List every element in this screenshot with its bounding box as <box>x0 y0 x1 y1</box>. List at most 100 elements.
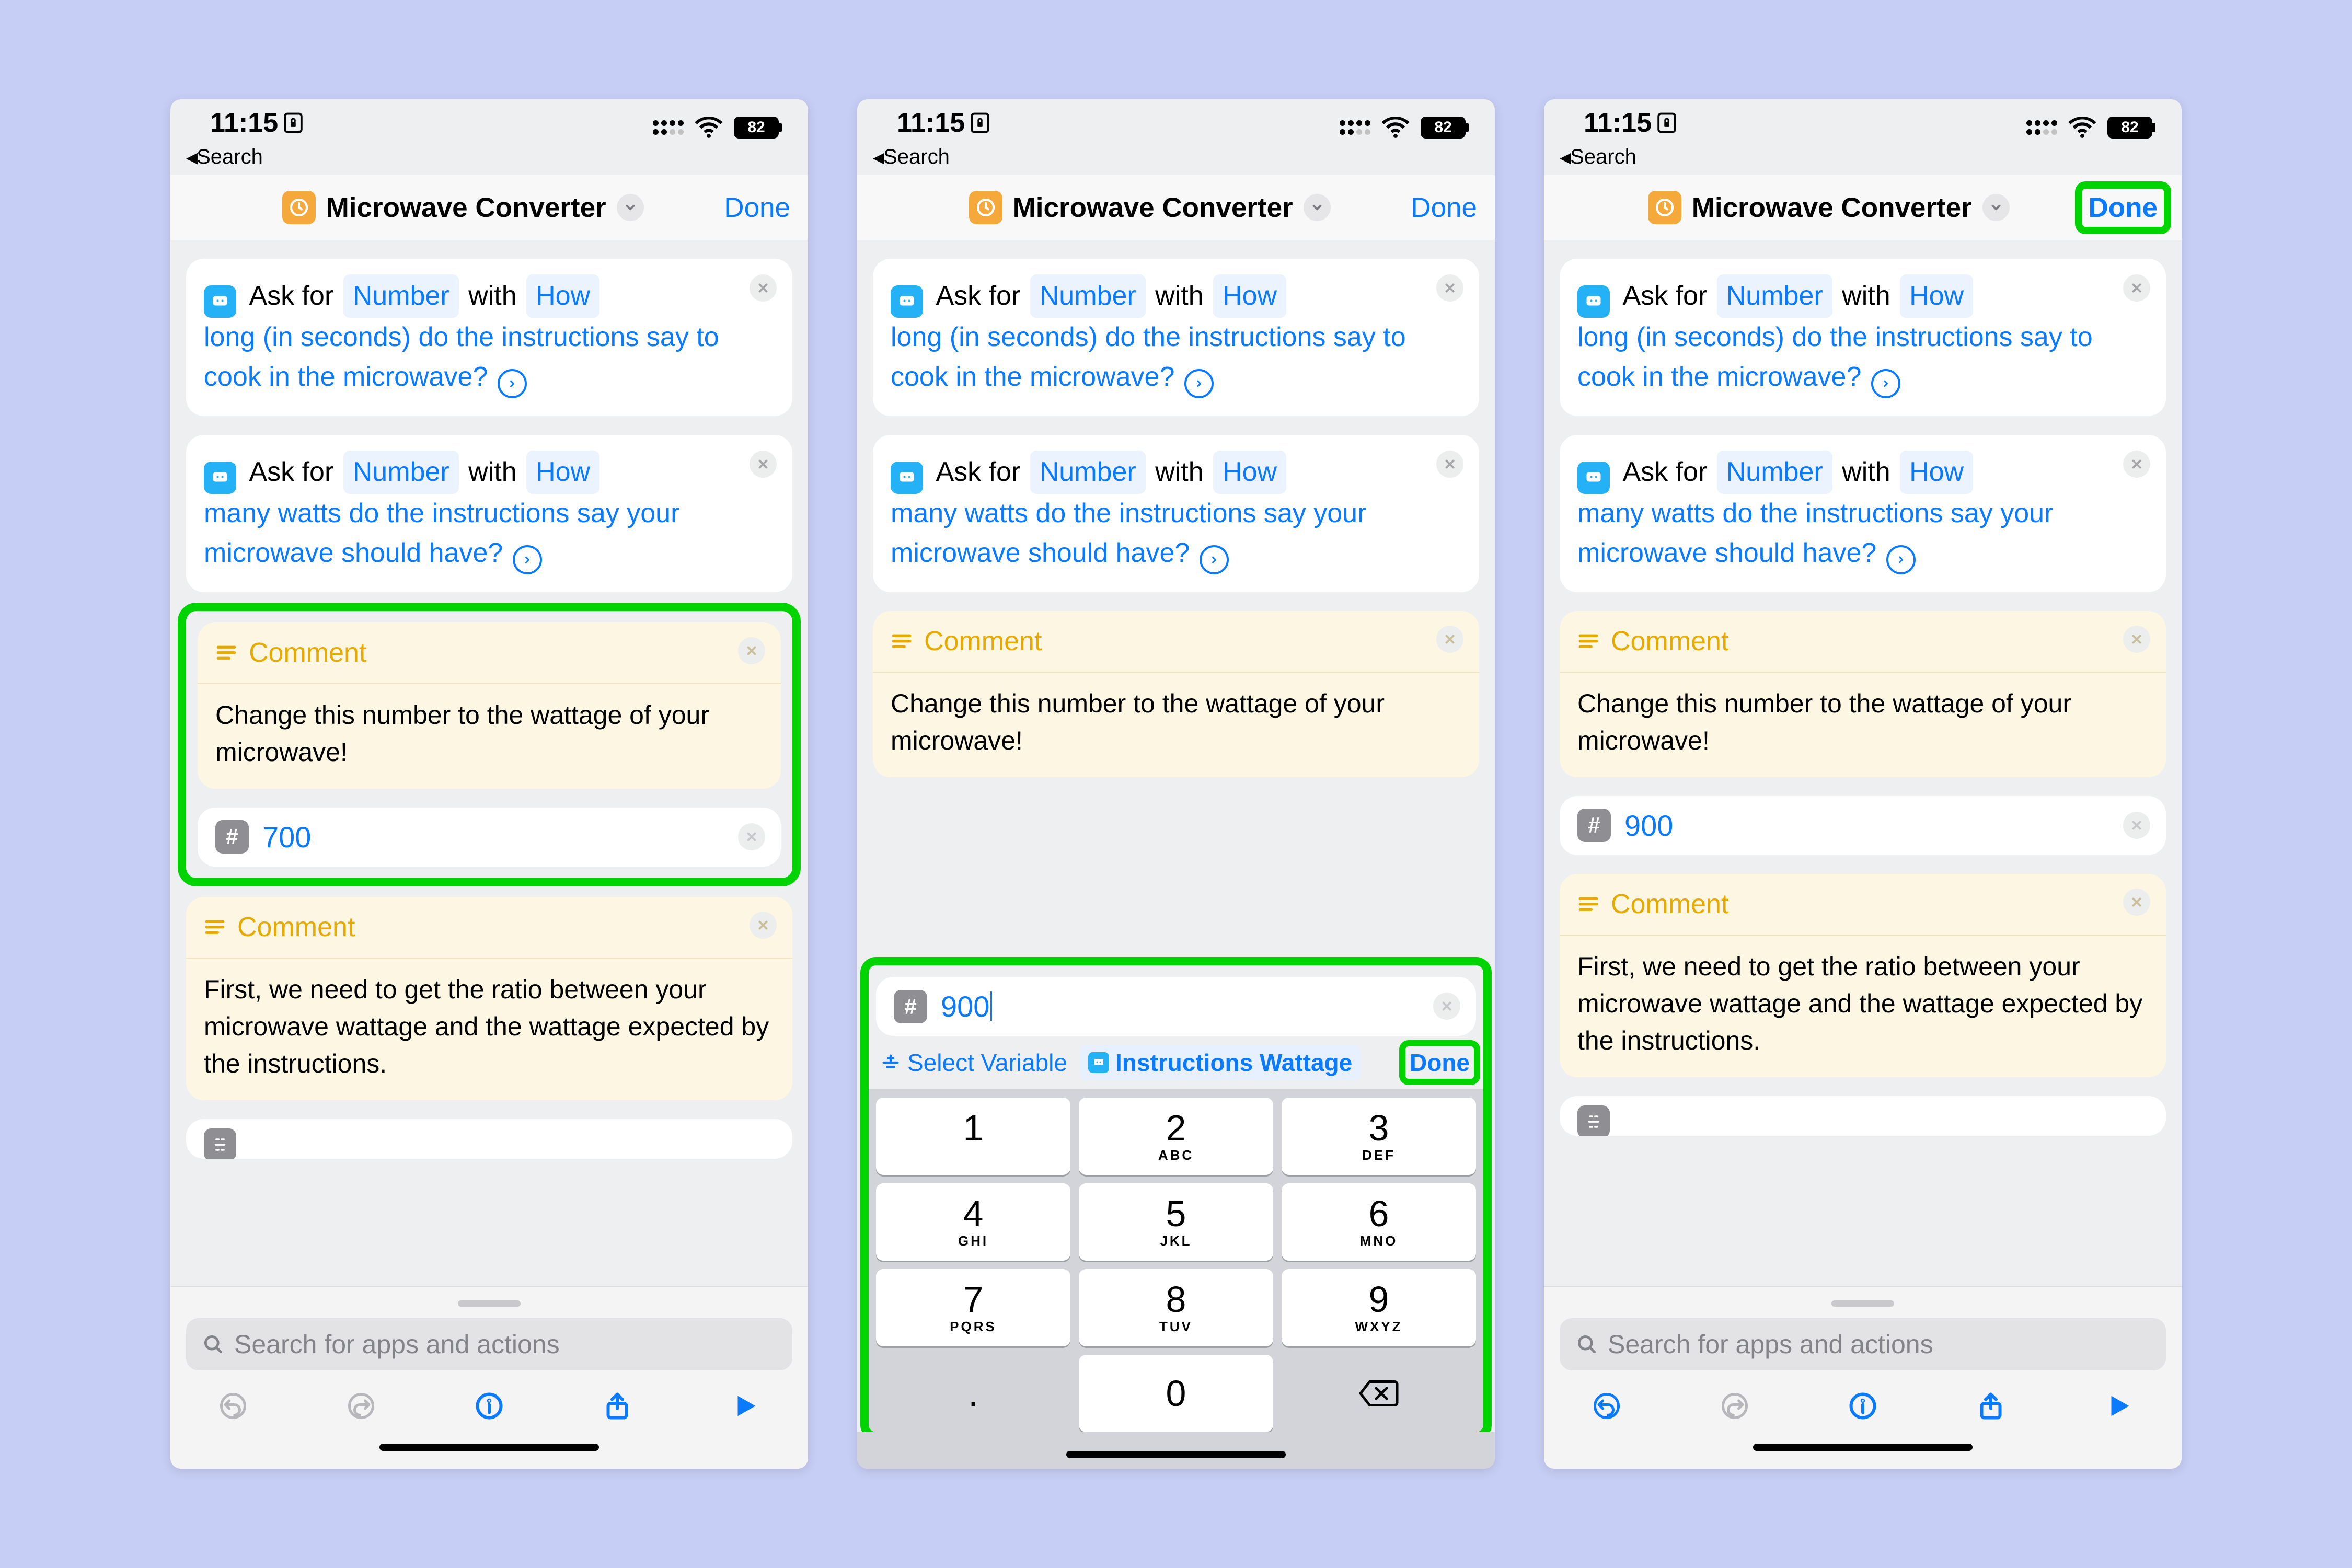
close-icon[interactable] <box>2123 451 2150 478</box>
disclosure-icon[interactable] <box>1886 545 1916 574</box>
ask-prompt-rest[interactable]: long (in seconds) do the instructions sa… <box>891 322 1406 391</box>
disclosure-icon[interactable] <box>1184 369 1214 398</box>
close-icon[interactable] <box>2123 274 2150 302</box>
close-icon[interactable] <box>1436 451 1463 478</box>
number-value[interactable]: 700 <box>262 820 311 854</box>
redo-button[interactable] <box>1716 1387 1754 1425</box>
close-icon[interactable] <box>1436 274 1463 302</box>
run-button[interactable] <box>727 1387 764 1425</box>
disclosure-icon[interactable] <box>513 545 542 574</box>
ask-prompt-start[interactable]: How <box>1213 274 1286 318</box>
share-button[interactable] <box>1972 1387 2010 1425</box>
nav-title-group[interactable]: Microwave Converter <box>202 191 724 224</box>
sheet-grabber[interactable] <box>458 1300 521 1307</box>
key-7[interactable]: 7PQRS <box>876 1269 1070 1346</box>
ask-action-2[interactable]: Ask for Number with How many watts do th… <box>1560 435 2166 592</box>
close-icon[interactable] <box>750 274 777 302</box>
key-0[interactable]: 0 <box>1079 1355 1273 1432</box>
ask-prompt-start[interactable]: How <box>1900 451 1973 494</box>
key-4[interactable]: 4GHI <box>876 1183 1070 1261</box>
search-input[interactable]: Search for apps and actions <box>1560 1318 2166 1370</box>
close-icon[interactable] <box>2123 812 2150 839</box>
disclosure-icon[interactable] <box>1200 545 1229 574</box>
back-link[interactable]: ◂ Search <box>1544 141 2182 175</box>
number-action[interactable]: # 900 <box>876 977 1476 1036</box>
done-button[interactable]: Done <box>2082 189 2164 227</box>
ask-with: with <box>468 281 516 311</box>
variable-pill[interactable]: Instructions Wattage <box>1080 1045 1361 1080</box>
ask-prompt-rest[interactable]: long (in seconds) do the instructions sa… <box>1577 322 2093 391</box>
ask-type-token[interactable]: Number <box>1030 274 1146 318</box>
close-icon[interactable] <box>738 823 765 850</box>
comment-action-2[interactable]: Comment First, we need to get the ratio … <box>1560 874 2166 1077</box>
ask-type-token[interactable]: Number <box>1717 451 1832 494</box>
close-icon[interactable] <box>1433 993 1460 1020</box>
ask-prompt-rest[interactable]: many watts do the instructions say your … <box>891 498 1366 568</box>
nav-title-group[interactable]: Microwave Converter <box>889 191 1411 224</box>
number-action[interactable]: # 900 <box>1560 796 2166 855</box>
info-button[interactable] <box>470 1387 508 1425</box>
ask-action-1[interactable]: Ask for Number with How long (in seconds… <box>873 259 1479 416</box>
done-button[interactable]: Done <box>724 192 790 224</box>
number-icon: # <box>894 990 927 1023</box>
close-icon[interactable] <box>750 451 777 478</box>
number-value[interactable]: 900 <box>1624 809 1673 843</box>
ask-type-token[interactable]: Number <box>343 451 459 494</box>
search-input[interactable]: Search for apps and actions <box>186 1318 792 1370</box>
key-decimal[interactable]: . <box>876 1355 1070 1432</box>
ask-prompt-start[interactable]: How <box>526 274 599 318</box>
disclosure-icon[interactable] <box>1871 369 1900 398</box>
ask-type-token[interactable]: Number <box>343 274 459 318</box>
comment-action-1[interactable]: Comment Change this number to the wattag… <box>1560 611 2166 777</box>
close-icon[interactable] <box>1436 626 1463 653</box>
ask-prefix: Ask for <box>936 457 1020 487</box>
number-value[interactable]: 900 <box>941 989 992 1023</box>
redo-button[interactable] <box>342 1387 380 1425</box>
keyboard-done-button[interactable]: Done <box>1405 1046 1474 1079</box>
key-2[interactable]: 2ABC <box>1079 1098 1273 1175</box>
run-button[interactable] <box>2100 1387 2138 1425</box>
ask-type-token[interactable]: Number <box>1717 274 1832 318</box>
undo-button[interactable] <box>1588 1387 1625 1425</box>
ask-prompt-rest[interactable]: many watts do the instructions say your … <box>1577 498 2053 568</box>
close-icon[interactable] <box>2123 889 2150 916</box>
key-backspace[interactable] <box>1282 1355 1476 1432</box>
close-icon[interactable] <box>2123 626 2150 653</box>
undo-button[interactable] <box>214 1387 252 1425</box>
key-6[interactable]: 6MNO <box>1282 1183 1476 1261</box>
nav-title-group[interactable]: Microwave Converter <box>1575 191 2082 224</box>
comment-action-1[interactable]: Comment Change this number to the wattag… <box>198 622 781 789</box>
close-icon[interactable] <box>750 912 777 939</box>
ask-prompt-start[interactable]: How <box>526 451 599 494</box>
home-indicator[interactable] <box>379 1444 599 1451</box>
select-variable-button[interactable]: Select Variable <box>880 1048 1067 1077</box>
sheet-grabber[interactable] <box>1831 1300 1894 1307</box>
ask-action-1[interactable]: Ask for Number with How long (in seconds… <box>186 259 792 416</box>
key-9[interactable]: 9WXYZ <box>1282 1269 1476 1346</box>
key-5[interactable]: 5JKL <box>1079 1183 1273 1261</box>
comment-action-2[interactable]: Comment First, we need to get the ratio … <box>186 897 792 1100</box>
home-indicator[interactable] <box>1753 1444 1973 1451</box>
key-3[interactable]: 3DEF <box>1282 1098 1476 1175</box>
ask-action-2[interactable]: Ask for Number with How many watts do th… <box>186 435 792 592</box>
done-button[interactable]: Done <box>1411 192 1477 224</box>
key-1[interactable]: 1 <box>876 1098 1070 1175</box>
ask-prompt-rest[interactable]: many watts do the instructions say your … <box>204 498 679 568</box>
ask-action-2[interactable]: Ask for Number with How many watts do th… <box>873 435 1479 592</box>
ask-type-token[interactable]: Number <box>1030 451 1146 494</box>
back-link[interactable]: ◂ Search <box>857 141 1495 175</box>
back-link[interactable]: ◂ Search <box>170 141 808 175</box>
info-button[interactable] <box>1844 1387 1882 1425</box>
ask-prompt-rest[interactable]: long (in seconds) do the instructions sa… <box>204 322 719 391</box>
share-button[interactable] <box>598 1387 636 1425</box>
number-action[interactable]: # 700 <box>198 808 781 867</box>
phone-screenshot-1: 11:15 82 ◂ Search <box>170 99 808 1469</box>
ask-prompt-start[interactable]: How <box>1900 274 1973 318</box>
home-indicator[interactable] <box>1066 1451 1286 1458</box>
close-icon[interactable] <box>738 637 765 664</box>
key-8[interactable]: 8TUV <box>1079 1269 1273 1346</box>
ask-prompt-start[interactable]: How <box>1213 451 1286 494</box>
disclosure-icon[interactable] <box>498 369 527 398</box>
ask-action-1[interactable]: Ask for Number with How long (in seconds… <box>1560 259 2166 416</box>
comment-action-1[interactable]: Comment Change this number to the wattag… <box>873 611 1479 777</box>
